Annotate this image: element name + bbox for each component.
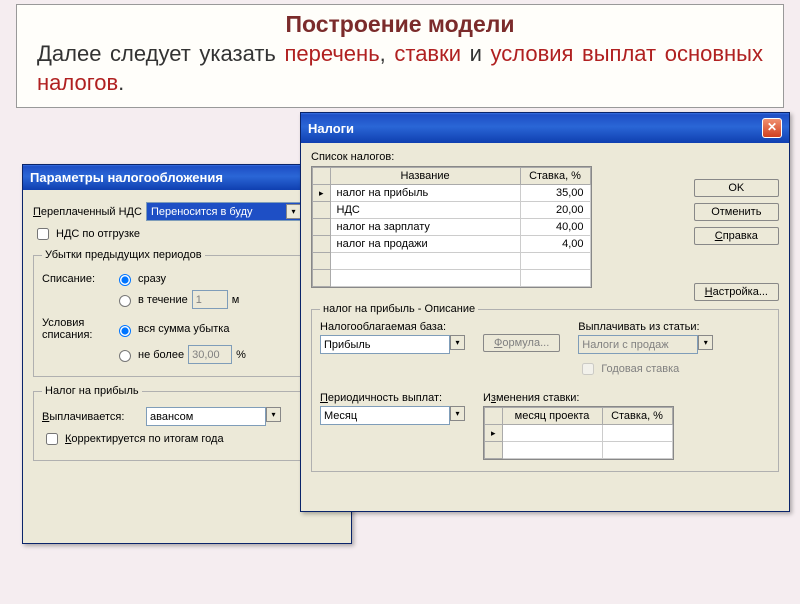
paid-select[interactable] [146,407,266,426]
cancel-button[interactable]: Отменить [694,203,779,221]
changes-label: Изменения ставки: [483,392,674,404]
year-adjust-label: Корректируется по итогам года [65,433,224,445]
close-icon[interactable]: ✕ [762,118,782,138]
base-select[interactable] [320,335,450,354]
table-row [313,253,591,270]
base-label: Налогооблагаемая база: [320,321,465,333]
writeoff-now-radio[interactable] [119,274,131,286]
description-group: налог на прибыль - Описание Налогооблага… [311,303,779,472]
writeoff-during-label: в течение [138,294,188,306]
period-label: Периодичность выплат: [320,392,465,404]
year-adjust-checkbox[interactable] [46,433,58,445]
col-rate2: Ставка, % [602,408,672,425]
table-row [485,442,673,459]
paid-label: Выплачивается: [42,411,142,423]
table-row: налог на прибыль35,00 [313,185,591,202]
table-row [313,270,591,287]
taxes-dialog: Налоги ✕ Список налогов: Название Ставка… [300,112,790,512]
profit-tax-legend: Налог на прибыль [42,385,142,397]
titlebar[interactable]: Налоги ✕ [301,113,789,143]
writeoff-during-radio[interactable] [119,295,131,307]
col-month: месяц проекта [502,408,602,425]
chevron-down-icon[interactable]: ▾ [266,407,281,422]
table-row: налог на продажи4,00 [313,236,591,253]
annual-rate-checkbox [582,363,594,375]
losses-group: Убытки предыдущих периодов Списание: сра… [33,249,341,377]
col-name: Название [330,168,520,185]
profit-tax-group: Налог на прибыль Выплачивается: ▾ Коррек… [33,385,341,461]
table-row: налог на зарплату40,00 [313,219,591,236]
col-rate: Ставка, % [520,168,590,185]
cond-max-radio[interactable] [119,350,131,362]
tax-list-label: Список налогов: [311,151,779,163]
cond-all-label: вся сумма убытка [138,323,229,335]
overpaid-vat-select[interactable]: Переносится в буду ▾ [146,202,306,221]
window-title: Налоги [308,121,354,136]
overpaid-vat-label: ППереплаченный НДСереплаченный НДС [33,206,142,218]
slide-title: Построение модели [37,11,763,38]
chevron-down-icon[interactable]: ▾ [450,406,465,421]
slide-header: Построение модели Далее следует указать … [16,4,784,108]
slide-text: Далее следует указать перечень, ставки и… [37,40,763,97]
pay-from-select [578,335,698,354]
vat-on-shipment-checkbox[interactable] [37,228,49,240]
cond-label: Условия списания: [42,317,110,341]
chevron-down-icon: ▾ [698,335,713,350]
pay-from-label: Выплачивать из статьи: [578,321,713,333]
period-select[interactable] [320,406,450,425]
description-legend: налог на прибыль - Описание [320,303,478,315]
writeoff-label: Списание: [42,273,110,285]
window-title: Параметры налогообложения [30,170,223,185]
ok-button[interactable]: OK [694,179,779,197]
cond-max-value[interactable] [188,345,232,364]
annual-rate-label: Годовая ставка [601,363,679,375]
vat-on-shipment-label: НДС по отгрузке [56,228,140,240]
writeoff-during-value[interactable] [192,290,228,309]
chevron-down-icon[interactable]: ▾ [450,335,465,350]
setup-button[interactable]: Настройка... [694,283,779,301]
table-row [485,425,673,442]
tax-grid[interactable]: Название Ставка, % налог на прибыль35,00… [311,166,592,288]
cond-max-label: не более [138,349,184,361]
help-button[interactable]: Справка [694,227,779,245]
writeoff-now-label: сразу [138,273,166,285]
rate-changes-grid[interactable]: месяц проекта Ставка, % [483,406,674,460]
formula-button: Формула... [483,334,560,352]
chevron-down-icon: ▾ [286,204,301,219]
table-row: НДС20,00 [313,202,591,219]
losses-legend: Убытки предыдущих периодов [42,249,205,261]
cond-all-radio[interactable] [119,325,131,337]
